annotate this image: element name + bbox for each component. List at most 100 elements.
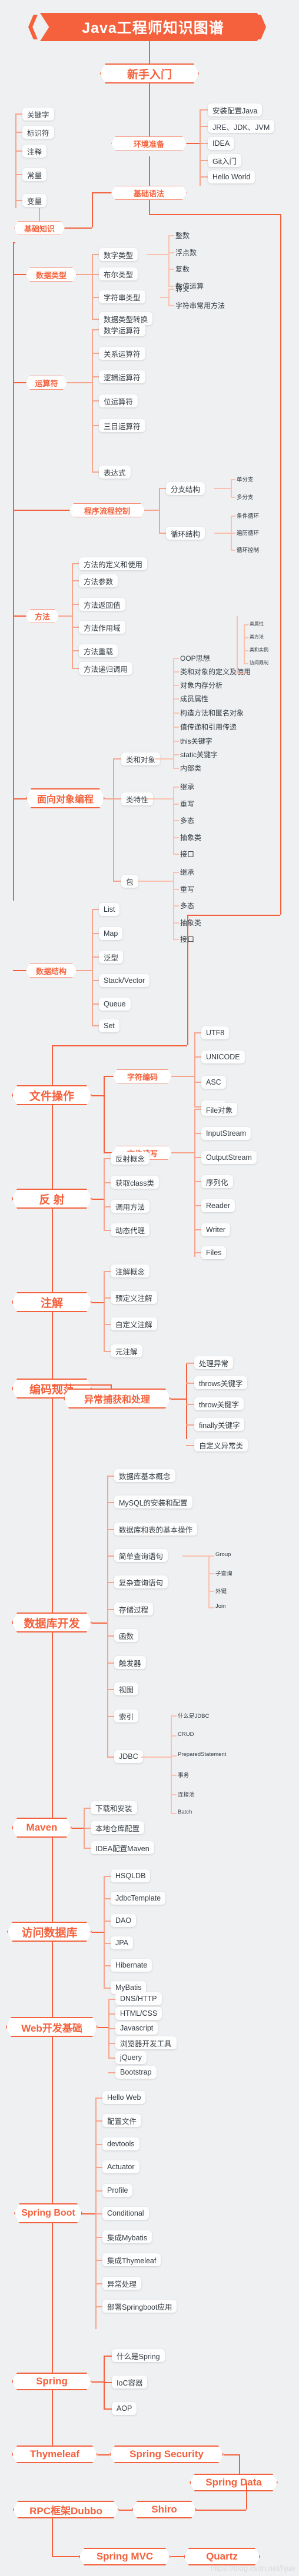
leaf-value-ref-pass[interactable]: 值传递和引用传递 bbox=[180, 722, 237, 732]
leaf-install-java[interactable]: 安装配置Java bbox=[208, 103, 263, 116]
leaf-method-overload[interactable]: 方法重载 bbox=[79, 644, 118, 657]
leaf-variable[interactable]: 变量 bbox=[22, 194, 47, 207]
node-oop[interactable]: 面向对象编程 bbox=[26, 788, 105, 808]
leaf-integer[interactable]: 整数 bbox=[175, 230, 190, 240]
leaf-logic-op[interactable]: 逻辑运算符 bbox=[99, 370, 145, 383]
leaf-method-recursion[interactable]: 方法递归调用 bbox=[79, 662, 133, 675]
leaf-aop[interactable]: AOP bbox=[112, 2402, 137, 2415]
node-operators[interactable]: 运算符 bbox=[26, 376, 67, 390]
node-file-ops[interactable]: 文件操作 bbox=[12, 1085, 92, 1105]
leaf-what-is-spring[interactable]: 什么是Spring bbox=[112, 2349, 165, 2362]
leaf-unicode[interactable]: UNICODE bbox=[201, 1051, 245, 1063]
leaf-inputstream[interactable]: InputStream bbox=[201, 1127, 251, 1140]
leaf-method-define[interactable]: 方法的定义和使用 bbox=[79, 557, 148, 570]
leaf-complex[interactable]: 复数 bbox=[175, 264, 190, 274]
leaf-class-instance[interactable]: 类和实例 bbox=[250, 647, 268, 653]
leaf-single-branch[interactable]: 单分支 bbox=[237, 475, 254, 483]
leaf-multi-branch[interactable]: 多分支 bbox=[237, 493, 254, 501]
leaf-constructor[interactable]: 构造方法和匿名对象 bbox=[180, 708, 244, 718]
node-charset[interactable]: 字符编码 bbox=[113, 1069, 172, 1083]
leaf-escape[interactable]: 转义 bbox=[175, 284, 190, 294]
leaf-access-limit[interactable]: 访问限制 bbox=[250, 660, 268, 666]
leaf-db-concept[interactable]: 数据库基本概念 bbox=[114, 1469, 175, 1482]
node-web-base[interactable]: Web开发基础 bbox=[6, 2017, 98, 2037]
node-spring-mvc[interactable]: Spring MVC bbox=[79, 2548, 171, 2565]
leaf-interface[interactable]: 接口 bbox=[180, 849, 194, 859]
leaf-loop-control[interactable]: 循环控制 bbox=[237, 546, 259, 554]
leaf-list[interactable]: List bbox=[99, 903, 120, 916]
leaf-stack-vector[interactable]: Stack/Vector bbox=[99, 974, 150, 987]
leaf-batch[interactable]: Batch bbox=[178, 1809, 192, 1815]
leaf-throws-keyword[interactable]: throws关键字 bbox=[194, 1376, 248, 1389]
leaf-html-css[interactable]: HTML/CSS bbox=[115, 2007, 162, 2020]
leaf-set[interactable]: Set bbox=[99, 1019, 119, 1032]
leaf-keyword[interactable]: 关键字 bbox=[22, 108, 54, 121]
node-maven[interactable]: Maven bbox=[12, 1818, 72, 1838]
leaf-throw-keyword[interactable]: throw关键字 bbox=[194, 1397, 244, 1410]
leaf-member-attr[interactable]: 成员属性 bbox=[180, 694, 208, 704]
leaf-actuator[interactable]: Actuator bbox=[102, 2160, 139, 2173]
leaf-foreign-key[interactable]: 外键 bbox=[215, 1587, 227, 1595]
node-quartz[interactable]: Quartz bbox=[184, 2548, 260, 2565]
leaf-hello-world[interactable]: Hello World bbox=[208, 170, 255, 183]
leaf-method-return[interactable]: 方法返回值 bbox=[79, 598, 125, 611]
node-basic-syntax[interactable]: 基础语法 bbox=[111, 186, 187, 200]
leaf-finally-keyword[interactable]: finally关键字 bbox=[194, 1418, 245, 1431]
leaf-crud[interactable]: CRUD bbox=[178, 1731, 194, 1738]
leaf-idea[interactable]: IDEA bbox=[208, 137, 235, 150]
leaf-devtools[interactable]: devtools bbox=[102, 2137, 139, 2150]
node-spring-boot[interactable]: Spring Boot bbox=[14, 2203, 82, 2223]
leaf-bootstrap[interactable]: Bootstrap bbox=[115, 2066, 157, 2079]
leaf-index[interactable]: 索引 bbox=[114, 1709, 139, 1722]
node-methods[interactable]: 方法 bbox=[26, 609, 59, 623]
leaf-subquery[interactable]: 子查询 bbox=[215, 1569, 232, 1577]
leaf-branch-structure[interactable]: 分支结构 bbox=[166, 482, 205, 495]
leaf-simple-query[interactable]: 简单查询语句 bbox=[114, 1549, 168, 1562]
leaf-pkg-abstract[interactable]: 抽象类 bbox=[180, 918, 201, 928]
leaf-string-methods[interactable]: 字符串常用方法 bbox=[175, 300, 225, 310]
node-env-prep[interactable]: 环境准备 bbox=[111, 136, 187, 150]
node-beginner[interactable]: 新手入门 bbox=[100, 63, 199, 83]
node-reflection[interactable]: 反 射 bbox=[12, 1189, 92, 1209]
node-thymeleaf[interactable]: Thymeleaf bbox=[12, 2445, 98, 2463]
leaf-mysql-install[interactable]: MySQL的安装和配置 bbox=[114, 1496, 192, 1508]
leaf-memory-analysis[interactable]: 对象内存分析 bbox=[180, 680, 222, 690]
leaf-override[interactable]: 重写 bbox=[180, 799, 194, 809]
leaf-generic[interactable]: 泛型 bbox=[99, 951, 124, 964]
node-spring[interactable]: Spring bbox=[12, 2373, 92, 2390]
leaf-predefined-annotation[interactable]: 预定义注解 bbox=[111, 1291, 157, 1304]
node-rpc-dubbo[interactable]: RPC框架Dubbo bbox=[13, 2501, 119, 2518]
leaf-browser-devtools[interactable]: 浏览器开发工具 bbox=[115, 2036, 177, 2049]
leaf-deploy-springboot[interactable]: 部署Springboot应用 bbox=[102, 2300, 177, 2313]
leaf-dynamic-proxy[interactable]: 动态代理 bbox=[111, 1223, 150, 1236]
leaf-function[interactable]: 函数 bbox=[114, 1629, 139, 1642]
leaf-pkg-polymorphism[interactable]: 多态 bbox=[180, 901, 194, 911]
leaf-pkg-inherit[interactable]: 继承 bbox=[180, 867, 194, 877]
leaf-utf8[interactable]: UTF8 bbox=[201, 1026, 230, 1039]
leaf-pkg-override[interactable]: 重写 bbox=[180, 884, 194, 894]
leaf-bit-op[interactable]: 位运算符 bbox=[99, 394, 138, 407]
leaf-jre-jdk-jvm[interactable]: JRE、JDK、JVM bbox=[208, 120, 275, 133]
leaf-relational-op[interactable]: 关系运算符 bbox=[99, 347, 145, 360]
node-spring-security[interactable]: Spring Security bbox=[109, 2445, 224, 2463]
leaf-profile[interactable]: Profile bbox=[102, 2184, 133, 2197]
leaf-jdbc[interactable]: JDBC bbox=[114, 1750, 143, 1763]
leaf-conditional[interactable]: Conditional bbox=[102, 2207, 149, 2220]
leaf-dao[interactable]: DAO bbox=[111, 1914, 137, 1927]
leaf-integrate-thymeleaf[interactable]: 集成Thymeleaf bbox=[102, 2253, 161, 2266]
node-annotation[interactable]: 注解 bbox=[12, 1292, 92, 1312]
leaf-this-keyword[interactable]: this关键字 bbox=[180, 736, 212, 746]
leaf-files[interactable]: Files bbox=[201, 1246, 227, 1259]
leaf-maven-download[interactable]: 下载和安装 bbox=[91, 1801, 137, 1814]
leaf-meta-annotation[interactable]: 元注解 bbox=[111, 1344, 142, 1357]
leaf-trigger[interactable]: 触发器 bbox=[114, 1656, 146, 1669]
leaf-stored-procedure[interactable]: 存储过程 bbox=[114, 1603, 154, 1615]
leaf-annotation-concept[interactable]: 注解概念 bbox=[111, 1264, 150, 1277]
leaf-inner-class[interactable]: 内部类 bbox=[180, 763, 201, 773]
leaf-oop-thought[interactable]: OOP思想 bbox=[180, 653, 210, 663]
leaf-custom-exception[interactable]: 自定义异常类 bbox=[194, 1438, 248, 1451]
leaf-javascript[interactable]: Javascript bbox=[115, 2022, 158, 2035]
leaf-writer[interactable]: Writer bbox=[201, 1223, 231, 1236]
leaf-comment[interactable]: 注释 bbox=[22, 145, 47, 158]
leaf-class-object[interactable]: 类和对象 bbox=[121, 752, 161, 765]
